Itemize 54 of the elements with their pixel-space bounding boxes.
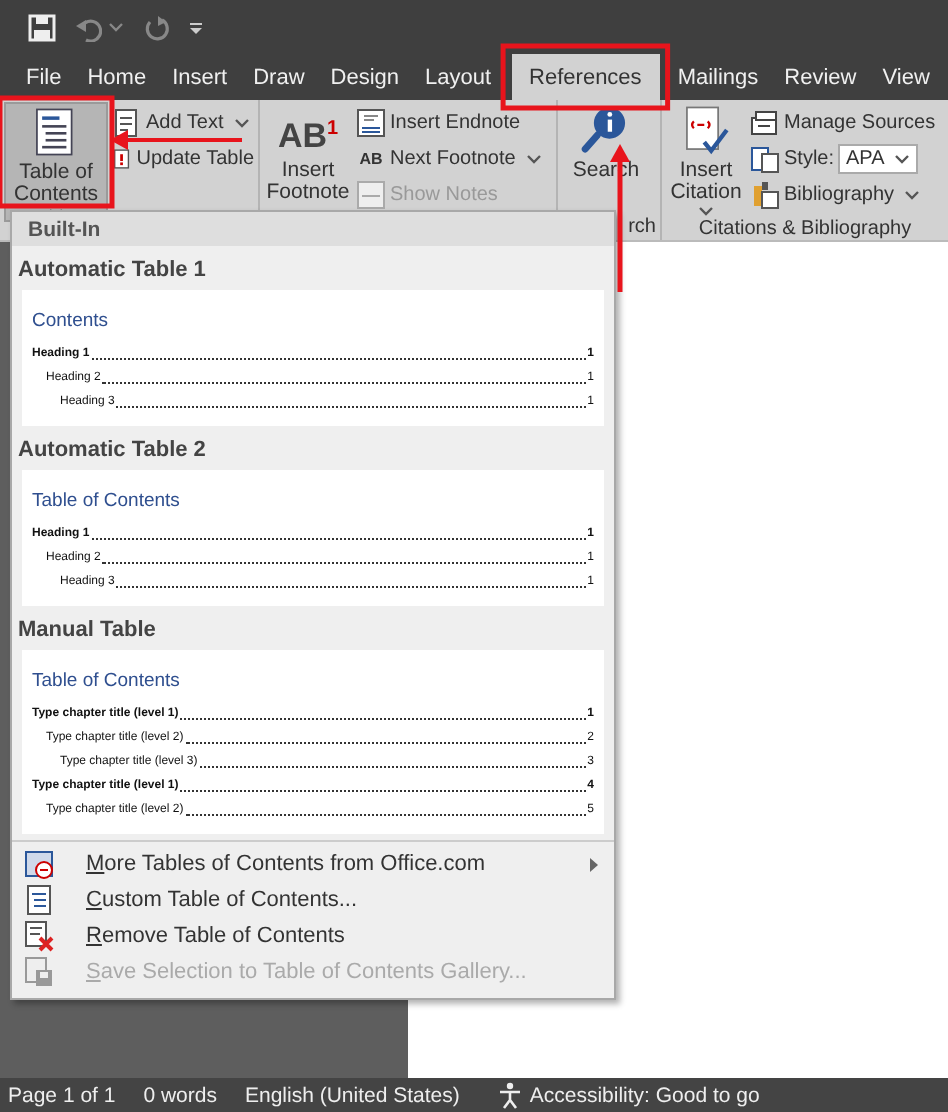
ribbon-tab[interactable]: File: [14, 54, 74, 100]
footnote-glyph-icon: AB: [356, 149, 386, 167]
document-list-icon: [24, 884, 54, 916]
save-icon[interactable]: [28, 13, 56, 41]
status-text[interactable]: Page 1 of 1: [8, 1083, 116, 1107]
preview-heading: Table of Contents: [32, 490, 182, 512]
citation-check-icon: [680, 104, 732, 156]
ribbon-tab[interactable]: Review: [772, 54, 869, 100]
group-label: Citations & Bibliography: [696, 218, 914, 242]
save-selection-icon: [24, 956, 54, 988]
ribbon-button[interactable]: AB$^{1}$ Insert Footnote: [264, 102, 352, 216]
ribbon-tab[interactable]: Mailings: [665, 54, 771, 100]
ribbon-button[interactable]: Insert Endnote: [356, 106, 542, 138]
page-notes-icon: [356, 107, 386, 137]
ribbon-tab[interactable]: Home: [75, 54, 159, 100]
ribbon-button[interactable]: Insert Citation: [666, 102, 746, 218]
ribbon-tab[interactable]: Layout: [413, 54, 504, 100]
style-dropdown[interactable]: APA: [838, 143, 919, 173]
style-label: Style:: [784, 147, 835, 169]
menu-item[interactable]: More Tables of Contents from Office.com: [12, 846, 614, 882]
preview-heading: Table of Contents: [32, 670, 182, 692]
menu-item[interactable]: Custom Table of Contents...: [12, 882, 614, 918]
ribbon-button[interactable]: Add Text: [112, 106, 254, 138]
customize-toolbar-icon[interactable]: [188, 19, 204, 35]
ribbon-button[interactable]: AB Next Footnote: [356, 142, 542, 174]
ribbon-tab[interactable]: Draw: [241, 54, 317, 100]
ribbon-tab[interactable]: Insert: [160, 54, 240, 100]
menu-section-header: Built-In: [12, 212, 614, 246]
document-delete-icon: [24, 920, 54, 952]
gallery-title: Automatic Table 2: [16, 436, 208, 466]
redo-icon[interactable]: [142, 13, 170, 41]
pages-style-icon: [750, 143, 780, 173]
caret-icon[interactable]: [108, 21, 124, 33]
highlight-frame: [0, 95, 115, 209]
status-text[interactable]: English (United States): [244, 1083, 460, 1107]
ribbon-tab[interactable]: References: [511, 54, 660, 100]
ribbon-button[interactable]: Manage Sources: [750, 106, 936, 138]
caret-icon: [894, 153, 911, 163]
ribbon-button[interactable]: Bibliography: [750, 178, 936, 210]
menu-item[interactable]: Remove Table of Contents: [12, 918, 614, 954]
group-label: rch: [626, 216, 656, 240]
bibliography-pages-icon: [750, 179, 780, 209]
ribbon-tab[interactable]: Design: [318, 54, 412, 100]
arrow: [110, 130, 242, 150]
preview-heading: Contents: [32, 310, 111, 332]
status-text[interactable]: 0 words: [143, 1083, 217, 1107]
sources-stack-icon: [750, 107, 780, 137]
accessibility-icon: [495, 1080, 524, 1110]
gallery-title: Automatic Table 1: [16, 256, 208, 286]
undo-icon[interactable]: [74, 13, 102, 41]
ribbon-button[interactable]: Update Table: [112, 142, 254, 174]
ribbon-tab[interactable]: View: [870, 54, 942, 100]
gallery-title: Manual Table: [16, 616, 158, 646]
accessibility-status[interactable]: Accessibility: Good to go: [495, 1080, 760, 1110]
